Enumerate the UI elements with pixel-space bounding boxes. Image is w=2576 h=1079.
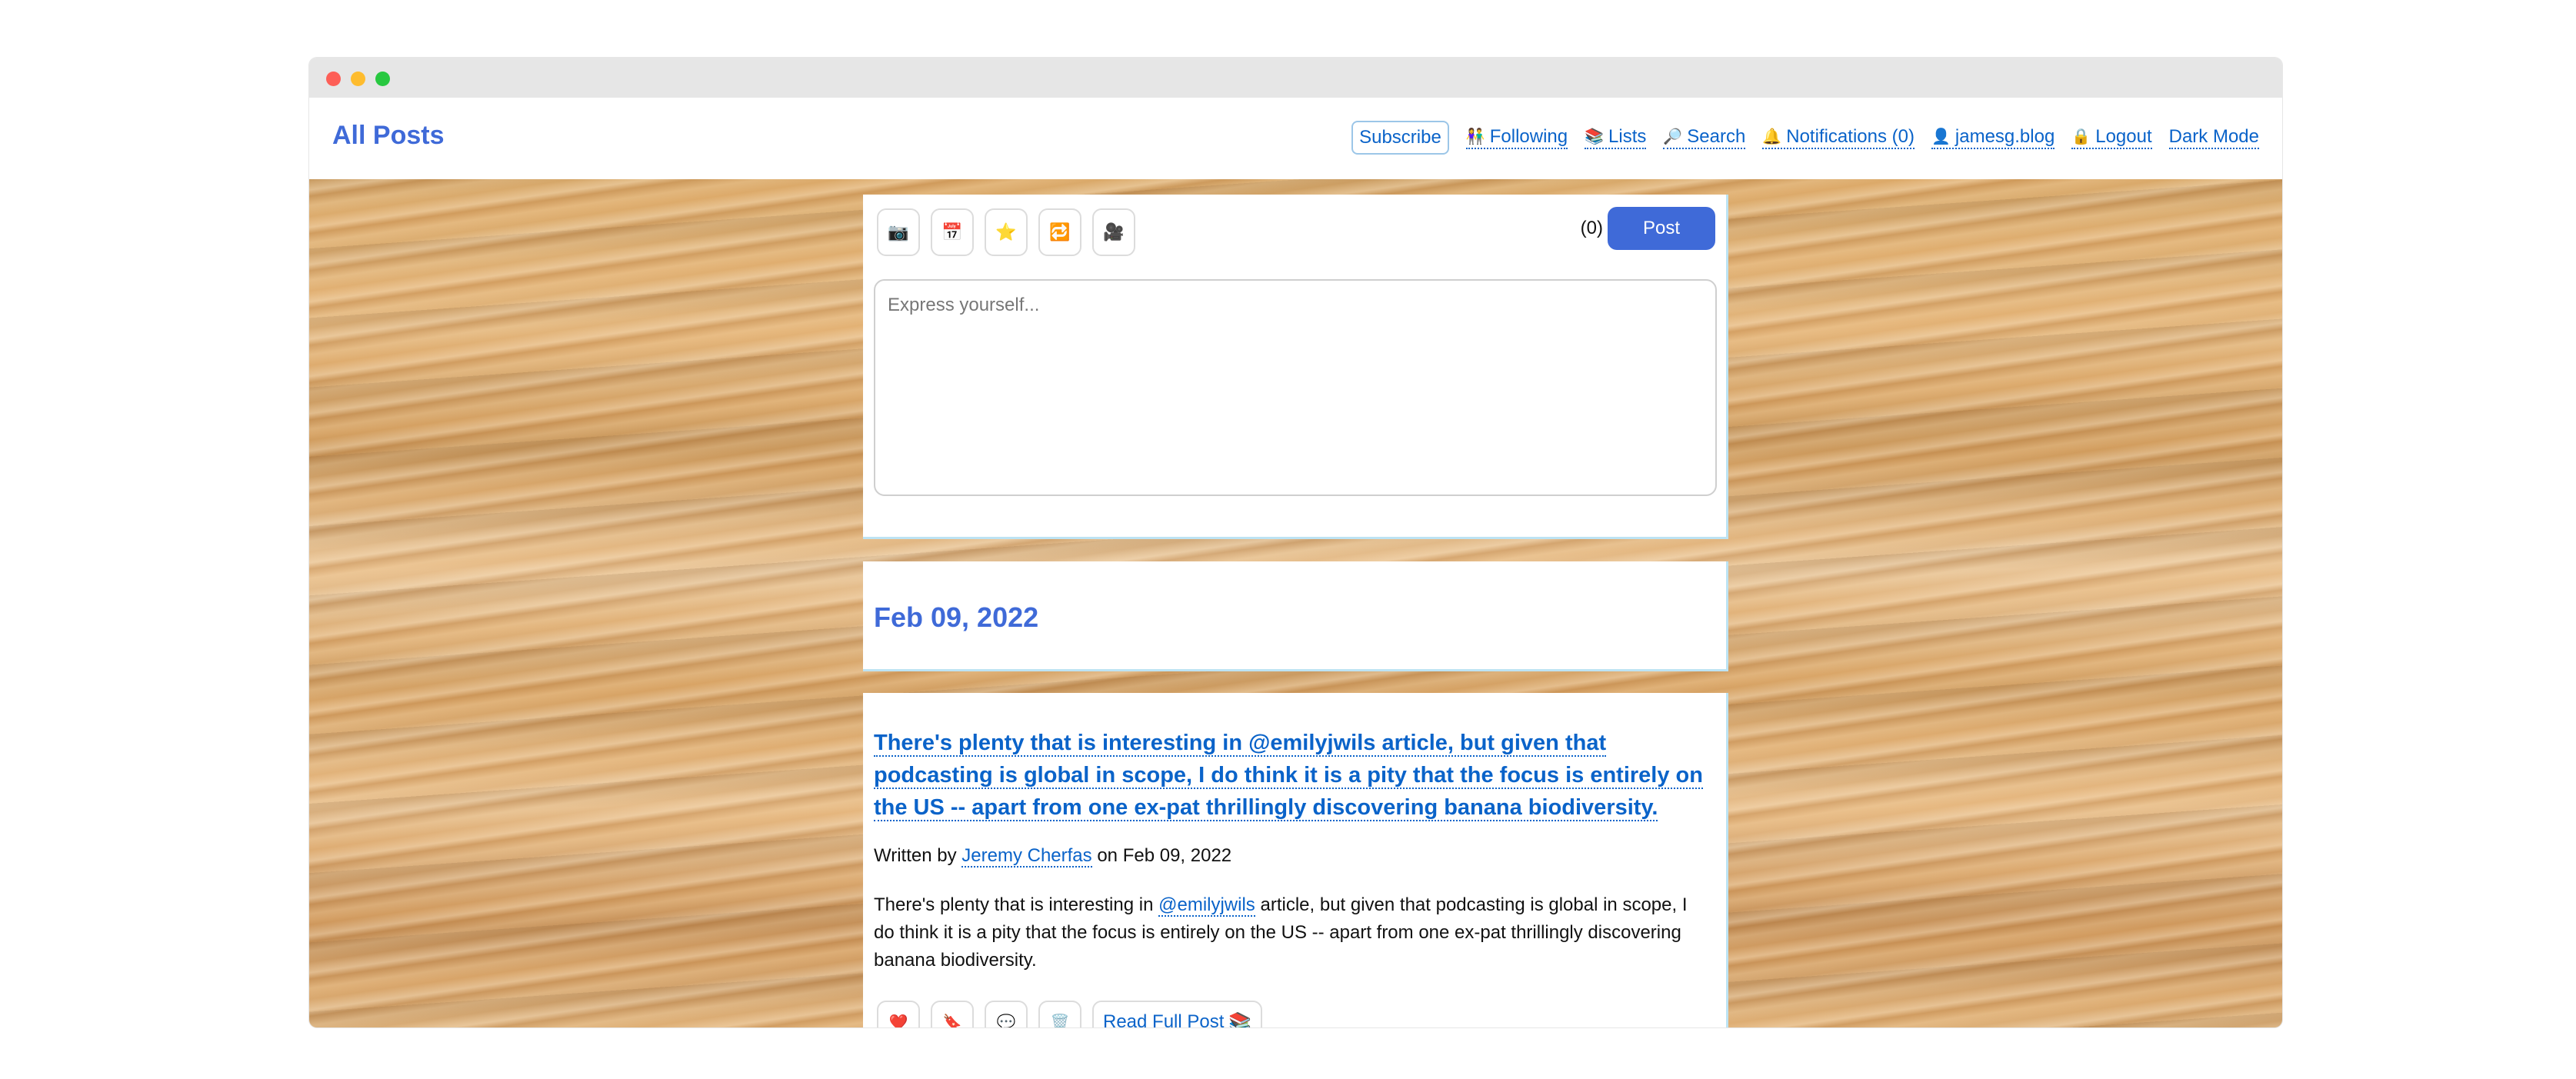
delete-button[interactable]: 🗑️	[1038, 1001, 1081, 1027]
byline-suffix: on Feb 09, 2022	[1097, 845, 1232, 866]
nav-search-label: Search	[1687, 126, 1746, 147]
main-nav: Subscribe 👫 Following 📚 Lists 🔎 Search 🔔 Not…	[1351, 121, 2259, 155]
lock-icon: 🔒	[2071, 128, 2091, 145]
post-textarea[interactable]: Express yourself...	[874, 279, 1717, 496]
video-icon: 🎥	[1103, 222, 1125, 241]
books-icon: 📚	[1228, 1011, 1252, 1028]
star-button[interactable]: ⭐	[985, 208, 1028, 256]
nav-profile[interactable]: 👤 jamesg.blog	[1931, 126, 2055, 149]
browser-window: All Posts Subscribe 👫 Following 📚 Lists 🔎 S…	[309, 58, 2282, 1027]
reply-button[interactable]: 💬	[985, 1001, 1028, 1027]
minimize-window-button[interactable]	[351, 72, 365, 86]
post-title-link[interactable]: There's plenty that is interesting in @e…	[874, 731, 1703, 821]
background-texture: 📷 📅 ⭐ 🔁 🎥 (0) Post Express yourself... F…	[309, 179, 2282, 1027]
bookmark-icon: 🔖	[942, 1014, 962, 1028]
star-icon: ⭐	[995, 222, 1017, 241]
video-button[interactable]: 🎥	[1092, 208, 1135, 256]
top-navbar: All Posts Subscribe 👫 Following 📚 Lists 🔎 S…	[309, 98, 2282, 179]
nav-following-label: Following	[1489, 126, 1568, 147]
date-header-card: Feb 09, 2022	[863, 561, 1728, 671]
post-title[interactable]: There's plenty that is interesting in @e…	[874, 727, 1712, 824]
nav-lists[interactable]: 📚 Lists	[1585, 126, 1647, 149]
subscribe-button[interactable]: Subscribe	[1351, 121, 1449, 155]
composer-toolbar: 📷 📅 ⭐ 🔁 🎥	[877, 208, 1135, 256]
post-body: There's plenty that is interesting in @e…	[874, 891, 1712, 974]
close-window-button[interactable]	[326, 72, 341, 86]
maximize-window-button[interactable]	[375, 72, 390, 86]
bell-icon: 🔔	[1762, 128, 1782, 145]
read-full-post-button[interactable]: Read Full Post 📚	[1092, 1001, 1263, 1028]
post-actions: ❤️ 🔖 💬 🗑️ Read Full Post 📚	[877, 1001, 1263, 1028]
nav-logout-label: Logout	[2095, 126, 2152, 147]
photo-button[interactable]: 📷	[877, 208, 920, 256]
byline-prefix: Written by	[874, 845, 957, 866]
page-title[interactable]: All Posts	[332, 121, 444, 151]
nav-notifications-label: Notifications (0)	[1786, 126, 1915, 147]
books-icon: 📚	[1585, 128, 1605, 145]
post-byline: Written by Jeremy Cherfas on Feb 09, 202…	[874, 845, 1232, 868]
repost-icon: 🔁	[1049, 222, 1071, 241]
mention-link[interactable]: @emilyjwils	[1158, 894, 1255, 917]
trash-icon: 🗑️	[1050, 1014, 1070, 1028]
nav-lists-label: Lists	[1608, 126, 1647, 147]
bookmark-button[interactable]: 🔖	[931, 1001, 974, 1027]
post-composer: 📷 📅 ⭐ 🔁 🎥 (0) Post Express yourself...	[863, 195, 1728, 539]
nav-following[interactable]: 👫 Following	[1465, 126, 1568, 149]
heart-icon: ❤️	[888, 1014, 908, 1028]
nav-notifications[interactable]: 🔔 Notifications (0)	[1762, 126, 1915, 149]
photo-icon: 📷	[888, 222, 909, 241]
post-button[interactable]: Post	[1608, 207, 1715, 250]
repost-button[interactable]: 🔁	[1038, 208, 1081, 256]
date-heading: Feb 09, 2022	[874, 601, 1039, 633]
like-button[interactable]: ❤️	[877, 1001, 920, 1027]
calendar-icon: 📅	[941, 222, 963, 241]
title-bar	[309, 58, 2282, 98]
nav-profile-label: jamesg.blog	[1954, 126, 2055, 147]
author-link[interactable]: Jeremy Cherfas	[961, 845, 1092, 868]
user-icon: 👤	[1931, 128, 1951, 145]
nav-search[interactable]: 🔎 Search	[1663, 126, 1746, 149]
nav-dark-mode[interactable]: Dark Mode	[2168, 126, 2259, 149]
speech-bubble-icon: 💬	[996, 1014, 1016, 1028]
search-icon: 🔎	[1663, 128, 1683, 145]
nav-logout[interactable]: 🔒 Logout	[2071, 126, 2152, 149]
character-count: (0)	[1580, 218, 1603, 238]
people-icon: 👫	[1465, 128, 1485, 145]
post-body-prefix: There's plenty that is interesting in	[874, 894, 1154, 915]
calendar-button[interactable]: 📅	[931, 208, 974, 256]
read-full-post-label: Read Full Post	[1103, 1011, 1225, 1027]
post-card: There's plenty that is interesting in @e…	[863, 693, 1728, 1027]
